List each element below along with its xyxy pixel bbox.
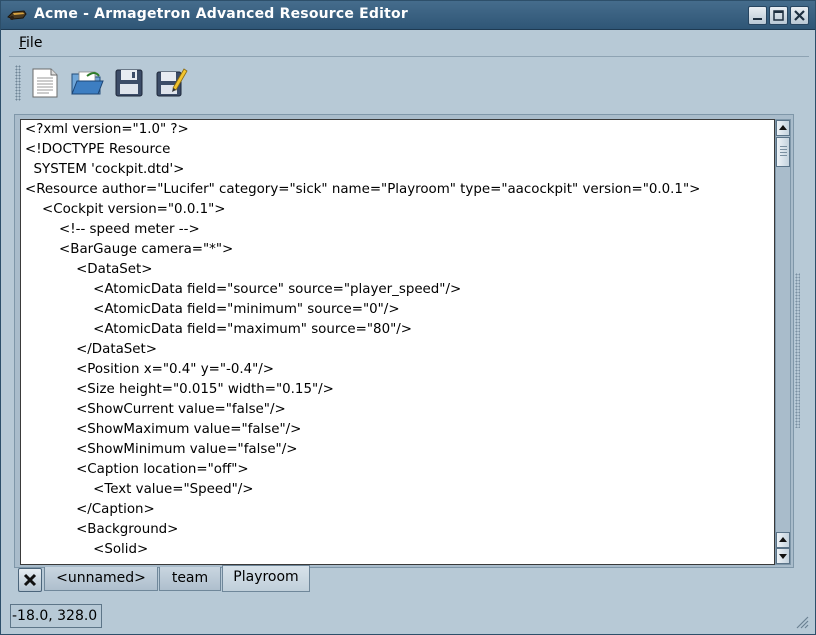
close-tab-icon	[23, 573, 37, 587]
window-title: Acme - Armagetron Advanced Resource Edit…	[34, 6, 408, 22]
tab-playroom[interactable]: Playroom	[222, 565, 310, 592]
code-line: SYSTEM 'cockpit.dtd'>	[25, 162, 185, 177]
toolbar-grip[interactable]	[15, 65, 21, 101]
splitter-grip[interactable]	[795, 273, 800, 428]
new-document-button[interactable]	[27, 64, 63, 100]
arrow-up-icon	[779, 537, 787, 542]
close-icon	[794, 10, 805, 21]
code-line: </DataSet>	[25, 342, 157, 357]
arrow-down-icon	[779, 554, 787, 559]
minimize-icon	[753, 18, 762, 20]
coordinates-status: -18.0, 328.0	[10, 604, 102, 628]
code-line: <ShowMaximum value="false"/>	[25, 422, 302, 437]
vertical-scrollbar[interactable]	[775, 119, 791, 565]
code-line: <DataSet>	[25, 262, 153, 277]
code-line: </Caption>	[25, 502, 155, 517]
save-disk-icon	[115, 69, 143, 97]
new-document-icon	[32, 68, 58, 98]
code-line: <!DOCTYPE Resource	[25, 142, 171, 157]
code-line: <!-- speed meter -->	[25, 222, 200, 237]
save-button[interactable]	[111, 64, 147, 100]
title-bar[interactable]: Acme - Armagetron Advanced Resource Edit…	[1, 1, 815, 30]
scroll-thumb[interactable]	[776, 137, 790, 167]
code-line: <Background>	[25, 522, 179, 537]
menu-file-mnemonic: F	[19, 35, 27, 51]
scroll-up-lower-button[interactable]	[776, 532, 790, 548]
code-line: <?xml version="1.0" ?>	[25, 122, 189, 137]
open-folder-button[interactable]	[69, 64, 105, 100]
close-button[interactable]	[790, 6, 809, 25]
code-line: <Position x="0.4" y="-0.4"/>	[25, 362, 275, 377]
tab-unnamed[interactable]: <unnamed>	[44, 567, 158, 591]
tab-team[interactable]: team	[159, 567, 221, 591]
code-line: <Resource author="Lucifer" category="sic…	[25, 182, 701, 197]
save-as-icon	[156, 68, 188, 97]
code-line: <BarGauge camera="*">	[25, 242, 234, 257]
scroll-down-button[interactable]	[776, 548, 790, 564]
code-line: <Caption location="off">	[25, 462, 249, 477]
arrow-up-icon	[779, 125, 787, 130]
minimize-button[interactable]	[748, 6, 767, 25]
code-line: <AtomicData field="maximum" source="80"/…	[25, 322, 412, 337]
code-line: <Cockpit version="0.0.1">	[25, 202, 226, 217]
code-line: <Solid>	[25, 542, 149, 557]
code-line: <ShowMinimum value="false"/>	[25, 442, 298, 457]
close-tab-button[interactable]	[18, 568, 42, 592]
resize-grip-icon[interactable]	[793, 613, 809, 629]
save-as-button[interactable]	[153, 64, 189, 100]
open-folder-icon	[71, 71, 104, 95]
xml-editor[interactable]: <?xml version="1.0" ?> <!DOCTYPE Resourc…	[20, 119, 775, 565]
code-line: <Text value="Speed"/>	[25, 482, 254, 497]
code-line: <AtomicData field="source" source="playe…	[25, 282, 462, 297]
thumb-grip	[780, 146, 787, 158]
maximize-icon	[773, 10, 784, 21]
maximize-button[interactable]	[769, 6, 788, 25]
main-window: Acme - Armagetron Advanced Resource Edit…	[0, 0, 816, 635]
code-line: <Size height="0.015" width="0.15"/>	[25, 382, 334, 397]
menu-separator	[9, 56, 809, 57]
menu-file[interactable]: File	[19, 35, 42, 51]
menu-file-label: ile	[26, 35, 43, 51]
acme-tron-icon[interactable]	[7, 8, 27, 22]
menu-bar: File	[9, 31, 809, 55]
scroll-up-button[interactable]	[776, 120, 790, 136]
code-line: <ShowCurrent value="false"/>	[25, 402, 286, 417]
toolbar	[11, 61, 811, 105]
code-line: <AtomicData field="minimum" source="0"/>	[25, 302, 400, 317]
